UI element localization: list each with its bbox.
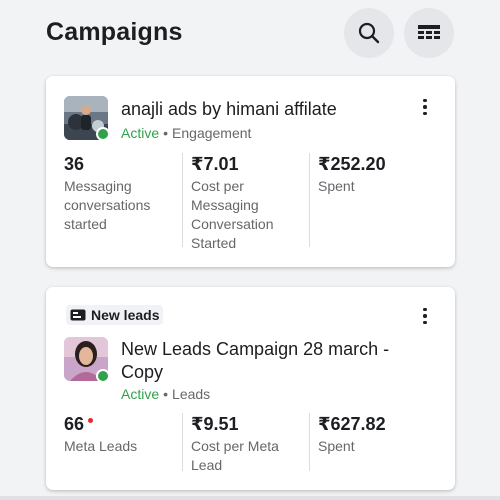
metric-label: Meta Leads bbox=[64, 438, 138, 454]
metric-results: 66 Meta Leads bbox=[64, 413, 182, 456]
campaign-card[interactable]: anajli ads by himani affilate Active • Eng… bbox=[46, 76, 455, 267]
page-title: Campaigns bbox=[46, 18, 183, 46]
metric-divider bbox=[182, 413, 183, 471]
metric-value: ₹9.51 bbox=[191, 414, 239, 434]
metric-label: Spent bbox=[318, 178, 355, 194]
campaign-objective: Leads bbox=[172, 386, 211, 402]
more-dot bbox=[423, 111, 427, 116]
bottom-edge bbox=[0, 496, 500, 500]
more-dot bbox=[423, 314, 427, 318]
metric-value: ₹252.20 bbox=[318, 154, 386, 174]
metric-cost: ₹9.51 Cost per Meta Lead bbox=[191, 413, 309, 475]
campaign-name[interactable]: New Leads Campaign 28 march - Copy bbox=[121, 338, 421, 384]
metric-value: ₹627.82 bbox=[318, 414, 386, 434]
more-dot bbox=[423, 98, 427, 103]
metric-value: ₹7.01 bbox=[191, 154, 239, 174]
metric-results: 36 Messaging conversations started bbox=[64, 153, 182, 234]
status-active: Active bbox=[121, 125, 160, 141]
metric-label: Cost per Meta Lead bbox=[191, 438, 279, 473]
header: Campaigns bbox=[0, 0, 500, 68]
search-button[interactable] bbox=[344, 8, 394, 58]
active-status-dot bbox=[96, 127, 110, 141]
metric-spent: ₹627.82 Spent bbox=[318, 413, 436, 456]
metric-number: 66 bbox=[64, 414, 85, 434]
table-view-button[interactable] bbox=[404, 8, 454, 58]
active-status-dot bbox=[96, 369, 110, 383]
campaign-card[interactable]: New leads New Leads Campaign 28 march - … bbox=[46, 287, 455, 490]
badge-label: New leads bbox=[91, 307, 160, 323]
more-options-button[interactable] bbox=[417, 96, 433, 118]
campaign-status-line: Active • Leads bbox=[121, 386, 210, 402]
more-dot bbox=[423, 307, 427, 312]
metric-label: Cost per Messaging Conversation Started bbox=[191, 178, 274, 251]
more-dot bbox=[423, 105, 427, 109]
metric-label: Messaging conversations started bbox=[64, 178, 151, 232]
status-separator: • bbox=[163, 125, 169, 141]
alert-dot bbox=[88, 417, 94, 423]
table-view-icon bbox=[418, 25, 440, 39]
metric-spent: ₹252.20 Spent bbox=[318, 153, 436, 196]
campaign-objective: Engagement bbox=[172, 125, 252, 141]
metric-label: Spent bbox=[318, 438, 355, 454]
campaign-name[interactable]: anajli ads by himani affilate bbox=[121, 98, 421, 121]
metric-value: 36 bbox=[64, 154, 85, 174]
status-active: Active bbox=[121, 386, 160, 402]
more-dot bbox=[423, 320, 427, 325]
metric-divider bbox=[309, 413, 310, 471]
metric-value: 66 bbox=[64, 413, 182, 435]
metric-cost: ₹7.01 Cost per Messaging Conversation St… bbox=[191, 153, 309, 253]
metric-divider bbox=[309, 153, 310, 247]
more-options-button[interactable] bbox=[417, 305, 433, 327]
new-leads-icon bbox=[70, 309, 86, 321]
search-icon bbox=[358, 22, 380, 44]
status-separator: • bbox=[163, 386, 169, 402]
metric-divider bbox=[182, 153, 183, 247]
new-leads-badge: New leads bbox=[66, 305, 164, 325]
campaign-status-line: Active • Engagement bbox=[121, 125, 251, 141]
